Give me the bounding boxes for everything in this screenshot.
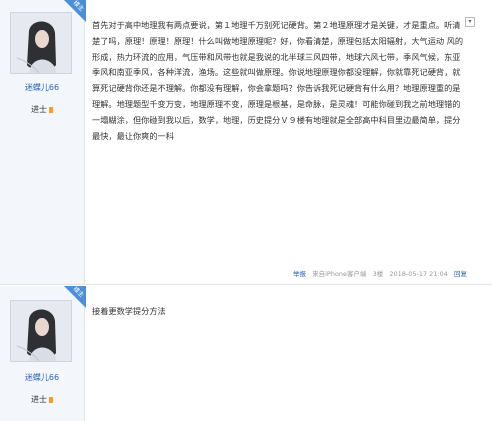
username-link[interactable]: 迷蝶儿66 [0, 82, 84, 93]
user-level-label: 进士 [31, 105, 47, 114]
post-content: 首先对于高中地理我有两点要说，第１地理千万别死记硬背。第２地理原理才是关键，才是… [92, 20, 464, 141]
avatar-image [11, 13, 71, 73]
author-sidebar: 楼主 迷蝶儿66 进士 [0, 285, 86, 421]
op-badge-text: 楼主 [71, 0, 86, 13]
avatar[interactable] [10, 300, 72, 362]
level-icon [49, 396, 53, 403]
post-time: 2018-05-17 21:04 [389, 270, 448, 278]
post-content: 接着更数学提分方法 [92, 306, 166, 316]
op-badge-text: 楼主 [71, 285, 86, 299]
post-floor-4: 楼主 迷蝶儿66 进士 接着更数学提分方法 [0, 286, 492, 421]
author-sidebar: 楼主 迷蝶儿66 进士 [0, 0, 86, 284]
username-link[interactable]: 迷蝶儿66 [0, 372, 84, 383]
avatar[interactable] [10, 12, 72, 74]
avatar-image [11, 301, 71, 361]
chevron-down-icon[interactable]: ▾ [465, 17, 475, 27]
report-link[interactable]: 举报 [293, 270, 306, 278]
level-icon [49, 106, 53, 113]
user-level: 进士 [0, 394, 84, 405]
user-level-label: 进士 [31, 395, 47, 404]
reply-link[interactable]: 回复 [454, 270, 467, 278]
user-level: 进士 [0, 104, 84, 115]
post-floor-3: 楼主 迷蝶儿66 进士 首先对于高中地理我有两点要说，第１地理千万别死记硬背。第… [0, 0, 492, 285]
post-meta: 举报 来自iPhone客户端 3楼 2018-05-17 21:04 回复 [289, 268, 467, 278]
floor-number: 3楼 [372, 270, 384, 278]
post-source: 来自iPhone客户端 [312, 270, 367, 278]
